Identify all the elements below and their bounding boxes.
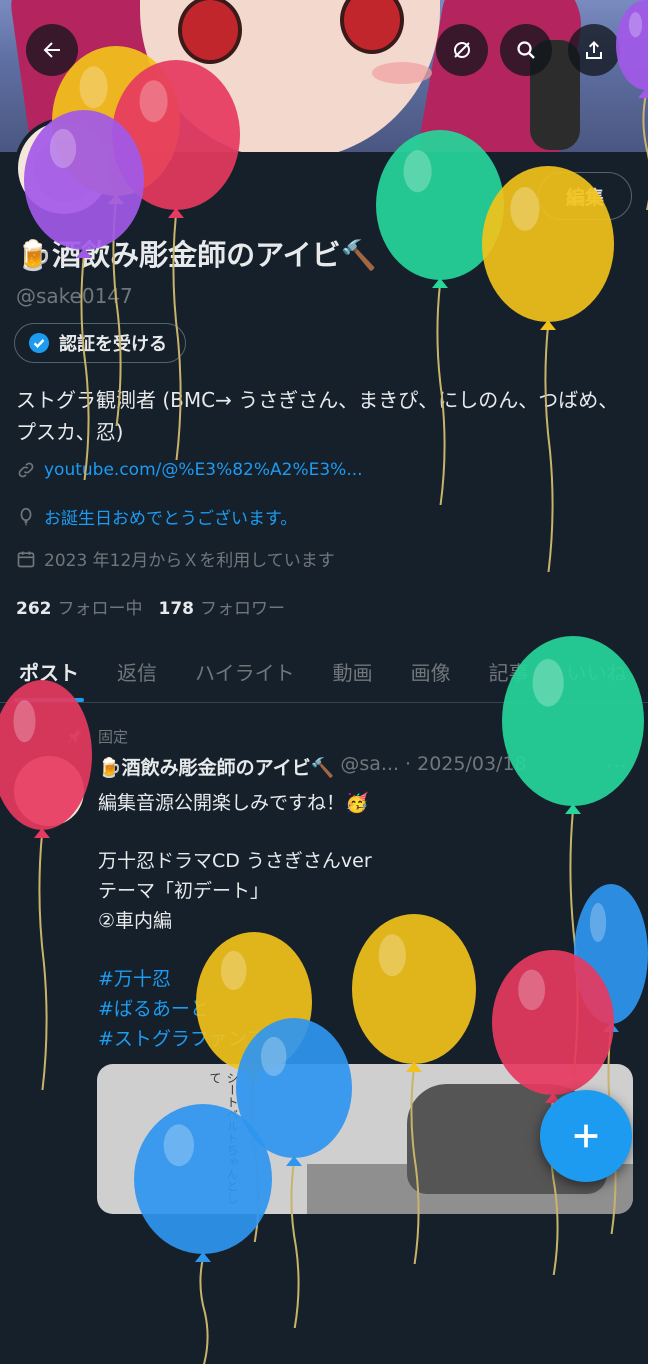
birthday-row: お誕生日おめでとうございます。: [16, 504, 297, 529]
display-name: 🍺酒飲み彫金師のアイビ🔨: [16, 238, 377, 272]
post-hashtag[interactable]: #ばるあーと: [98, 994, 209, 1021]
tab-posts[interactable]: ポスト: [0, 640, 98, 702]
post-author-handle[interactable]: @sa...: [340, 753, 399, 780]
search-icon: [517, 41, 535, 59]
following-stat[interactable]: 262 フォロー中: [16, 594, 143, 619]
post-hashtag[interactable]: #ストグラファンアート: [98, 1024, 303, 1051]
calendar-icon: [17, 551, 35, 567]
post-text-line: 編集音源公開楽しみですね！🥳: [98, 792, 369, 814]
profile-link[interactable]: youtube.com/@%E3%82%A2%E3%...: [44, 460, 363, 480]
tab-articles[interactable]: 記事: [470, 640, 548, 702]
compose-button[interactable]: [540, 1090, 632, 1182]
post-author-name[interactable]: 🍺酒飲み彫金師のアイビ🔨: [98, 753, 334, 780]
post-text-line: ②車内編: [98, 910, 173, 932]
profile-banner[interactable]: [0, 0, 648, 152]
pinned-label: 固定: [98, 728, 129, 746]
joined-text: 2023 年12月からＸを利用しています: [44, 551, 335, 571]
verified-badge-icon: [29, 333, 49, 353]
joined-row: 2023 年12月からＸを利用しています: [16, 546, 335, 571]
share-icon: [586, 41, 602, 59]
tab-videos[interactable]: 動画: [314, 640, 392, 702]
get-verified-button[interactable]: 認証を受ける: [14, 323, 186, 363]
link-icon: [18, 462, 34, 478]
share-button[interactable]: [568, 24, 620, 76]
post-hashtag[interactable]: #万十忍: [98, 964, 171, 991]
avatar-image: [34, 138, 98, 202]
tab-photos[interactable]: 画像: [392, 640, 470, 702]
post-text-line: テーマ「初デート」: [98, 880, 270, 902]
profile-avatar[interactable]: [14, 118, 114, 218]
birthday-text: お誕生日おめでとうございます。: [44, 509, 298, 529]
edit-profile-button[interactable]: 編集: [538, 172, 632, 220]
tab-highlights[interactable]: ハイライト: [176, 640, 314, 702]
banner-art-blush: [372, 62, 432, 84]
followers-label: フォロワー: [200, 599, 285, 619]
search-button[interactable]: [500, 24, 552, 76]
post-date[interactable]: · 2025/03/18: [405, 753, 527, 780]
handle: @sake0147: [16, 284, 133, 308]
post-text-line: 万十忍ドラマCD うさぎさんver: [98, 850, 372, 872]
follow-stats: 262 フォロー中 178 フォロワー: [16, 594, 285, 619]
tab-replies[interactable]: 返信: [98, 640, 176, 702]
following-label: フォロー中: [57, 599, 143, 619]
profile-bio: ストグラ観測者 (BMC→ うさぎさん、まきぴ、にしのん、つばめ、プスカ、忍): [16, 388, 619, 444]
pin-icon: [66, 726, 84, 748]
post-author-avatar[interactable]: [14, 756, 84, 826]
post-more-button[interactable]: ···: [606, 755, 627, 780]
balloon: [482, 166, 614, 572]
plus-icon: [574, 1124, 598, 1148]
grok-button[interactable]: [436, 24, 488, 76]
balloon: [376, 130, 504, 505]
media-caption: シートベルトちゃんとして: [208, 1072, 239, 1204]
back-arrow-icon: [43, 42, 60, 58]
back-button[interactable]: [26, 24, 78, 76]
post-header: 🍺酒飲み彫金師のアイビ🔨 @sa... · 2025/03/18: [98, 753, 527, 780]
followers-count: 178: [158, 599, 195, 619]
balloon-icon: [20, 507, 32, 525]
profile-link-row[interactable]: youtube.com/@%E3%82%A2%E3%...: [16, 460, 363, 480]
profile-tabs: ポスト 返信 ハイライト 動画 画像 記事 いいね: [0, 640, 648, 703]
get-verified-label: 認証を受ける: [59, 334, 167, 355]
followers-stat[interactable]: 178 フォロワー: [159, 594, 286, 619]
tab-likes[interactable]: いいね: [548, 640, 646, 702]
grok-icon: [454, 42, 470, 58]
following-count: 262: [16, 599, 52, 619]
